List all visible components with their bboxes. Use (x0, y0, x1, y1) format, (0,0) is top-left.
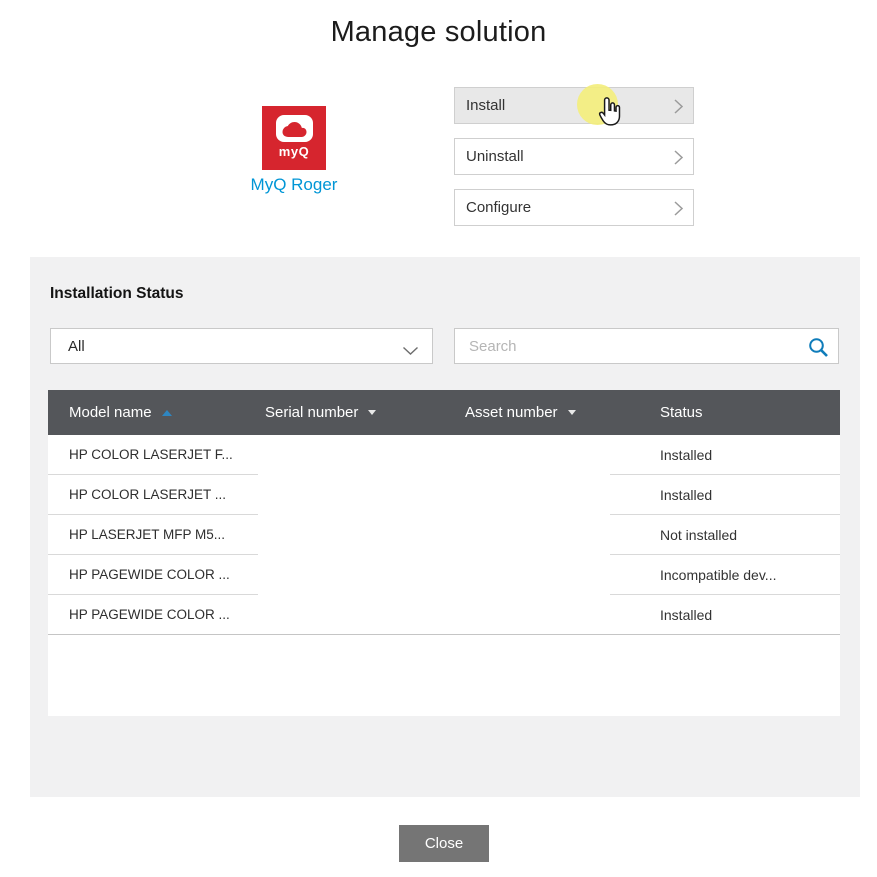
close-button[interactable]: Close (399, 825, 489, 862)
column-header-status[interactable]: Status (610, 404, 840, 421)
column-header-serial-number[interactable]: Serial number (258, 404, 458, 421)
asset-number-cell (458, 515, 610, 555)
solution-name: MyQ Roger (214, 175, 374, 195)
status-cell: Installed (610, 475, 840, 515)
model-name-cell: HP PAGEWIDE COLOR ... (48, 595, 258, 635)
model-name-cell: HP COLOR LASERJET F... (48, 435, 258, 475)
column-label: Model name (69, 404, 152, 421)
status-cell: Installed (610, 595, 840, 635)
serial-number-cell (258, 515, 458, 555)
column-label: Asset number (465, 404, 558, 421)
myq-logo-text: myQ (279, 144, 309, 159)
serial-number-cell (258, 475, 458, 515)
asset-number-cell (458, 555, 610, 595)
install-button-label: Install (455, 97, 505, 114)
chevron-right-icon (673, 149, 684, 171)
table-row[interactable]: HP PAGEWIDE COLOR ... Incompatible dev..… (48, 555, 840, 595)
cloud-icon (276, 115, 313, 142)
model-name-cell: HP COLOR LASERJET ... (48, 475, 258, 515)
chevron-right-icon (673, 200, 684, 222)
column-label: Status (660, 404, 703, 421)
asset-number-cell (458, 595, 610, 635)
asset-number-cell (458, 475, 610, 515)
status-cell: Incompatible dev... (610, 555, 840, 595)
status-cell: Installed (610, 435, 840, 475)
serial-number-cell (258, 435, 458, 475)
status-filter-dropdown[interactable]: All (50, 328, 433, 364)
search-icon[interactable] (808, 337, 829, 363)
chevron-right-icon (673, 98, 684, 120)
configure-button-label: Configure (455, 199, 531, 216)
panel-heading: Installation Status (50, 285, 184, 303)
table-row[interactable]: HP LASERJET MFP M5... Not installed (48, 515, 840, 555)
status-cell: Not installed (610, 515, 840, 555)
column-label: Serial number (265, 404, 358, 421)
model-name-cell: HP LASERJET MFP M5... (48, 515, 258, 555)
asset-number-cell (458, 435, 610, 475)
sort-menu-icon (368, 410, 376, 415)
status-filter-value: All (51, 338, 85, 355)
installation-status-panel: Installation Status All Model name Seria… (30, 257, 860, 797)
search-input[interactable] (455, 329, 838, 363)
table-row[interactable]: HP COLOR LASERJET ... Installed (48, 475, 840, 515)
search-box (454, 328, 839, 364)
page-title: Manage solution (0, 16, 877, 49)
uninstall-button[interactable]: Uninstall (454, 138, 694, 175)
installation-status-table: Model name Serial number Asset number St… (48, 390, 840, 716)
column-header-model-name[interactable]: Model name (48, 404, 258, 421)
install-button[interactable]: Install (454, 87, 694, 124)
sort-ascending-icon (162, 410, 172, 416)
uninstall-button-label: Uninstall (455, 148, 524, 165)
myq-logo: myQ (262, 106, 326, 170)
model-name-cell: HP PAGEWIDE COLOR ... (48, 555, 258, 595)
column-header-asset-number[interactable]: Asset number (458, 404, 610, 421)
chevron-down-icon (402, 343, 419, 361)
table-row[interactable]: HP COLOR LASERJET F... Installed (48, 435, 840, 475)
sort-menu-icon (568, 410, 576, 415)
serial-number-cell (258, 555, 458, 595)
serial-number-cell (258, 595, 458, 635)
table-body: HP COLOR LASERJET F... Installed HP COLO… (48, 435, 840, 716)
table-header: Model name Serial number Asset number St… (48, 390, 840, 435)
table-row[interactable]: HP PAGEWIDE COLOR ... Installed (48, 595, 840, 635)
configure-button[interactable]: Configure (454, 189, 694, 226)
